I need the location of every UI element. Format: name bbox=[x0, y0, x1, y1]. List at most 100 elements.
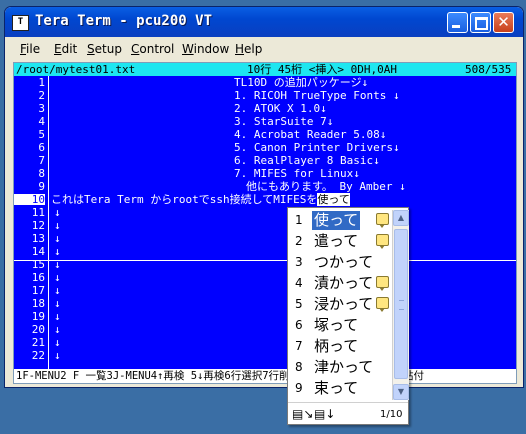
cursor-line-underline bbox=[14, 260, 516, 261]
line-end-arrow: ↓ bbox=[54, 297, 61, 310]
candidate-word: 塚って bbox=[314, 316, 359, 334]
line-number: 7 bbox=[38, 154, 45, 167]
line-end-arrow: ↓ bbox=[54, 336, 61, 349]
minimize-button[interactable] bbox=[447, 12, 468, 33]
memo-icon[interactable] bbox=[376, 297, 389, 312]
tera-term-app-icon[interactable]: T bbox=[12, 15, 29, 31]
line-number: 8 bbox=[38, 167, 45, 180]
line-number: 17 bbox=[31, 284, 45, 297]
menu-control[interactable]: Control bbox=[131, 42, 174, 56]
ime-candidate-window: 1 使って 2 遣って 3 つかって 4 漬かって 5 浸かって 6 塚って 7 柄って 8津… bbox=[287, 207, 409, 425]
candidate-word: 漬かって bbox=[314, 274, 374, 292]
line-number: 3 bbox=[38, 102, 45, 115]
candidate-number: 7 bbox=[295, 339, 303, 353]
close-button[interactable]: ✕ bbox=[493, 12, 514, 33]
candidate-number: 8 bbox=[295, 360, 303, 374]
current-text-line: これはTera Term からrootでssh接続してMIFESを使って bbox=[51, 193, 350, 206]
candidate-word: 浸かって bbox=[314, 295, 374, 313]
line-number: 19 bbox=[31, 310, 45, 323]
menu-setup[interactable]: Setup bbox=[87, 42, 122, 56]
candidate-word: 遣って bbox=[314, 232, 359, 250]
dictionary-tool-icon[interactable]: ▤↘ bbox=[292, 407, 313, 421]
line-number: 16 bbox=[31, 271, 45, 284]
memo-icon[interactable] bbox=[376, 213, 389, 228]
line-number: 4 bbox=[38, 115, 45, 128]
scroll-up-button[interactable]: ▲ bbox=[393, 210, 409, 226]
text-line: 1. RICOH TrueType Fonts ↓ bbox=[234, 89, 400, 102]
candidate-word: 柄って bbox=[314, 337, 359, 355]
maximize-button[interactable] bbox=[470, 12, 491, 33]
text-line: 6. RealPlayer 8 Basic↓ bbox=[234, 154, 380, 167]
line-number: 22 bbox=[31, 349, 45, 362]
candidate-number: 9 bbox=[295, 381, 303, 395]
text-line: 4. Acrobat Reader 5.08↓ bbox=[234, 128, 387, 141]
line-end-arrow: ↓ bbox=[54, 258, 61, 271]
menu-help[interactable]: Help bbox=[235, 42, 262, 56]
minimize-icon bbox=[452, 25, 460, 28]
menu-file[interactable]: File bbox=[20, 42, 40, 56]
candidate-word: 津かって bbox=[314, 358, 374, 376]
line-number: 12 bbox=[31, 219, 45, 232]
close-icon: ✕ bbox=[497, 13, 510, 31]
candidate-item[interactable]: 9 束って bbox=[290, 378, 390, 399]
window-title: Tera Term - pcu200 VT bbox=[35, 13, 213, 29]
scroll-thumb[interactable] bbox=[394, 229, 408, 379]
ime-composition-text: 使って bbox=[317, 193, 350, 206]
menu-bar: File Edit Setup Control Window Help bbox=[5, 38, 523, 60]
terminal-screen[interactable]: /root/mytest01.txt 10行 45桁 <挿入> 0DH,0AH … bbox=[13, 62, 517, 384]
line-number: 11 bbox=[31, 206, 45, 219]
candidate-item[interactable]: 7 柄って bbox=[290, 336, 390, 357]
candidate-number: 1 bbox=[295, 213, 303, 227]
candidate-number: 3 bbox=[295, 255, 303, 269]
candidate-number: 4 bbox=[295, 276, 303, 290]
maximize-icon bbox=[475, 17, 488, 30]
menu-window[interactable]: Window bbox=[182, 42, 229, 56]
line-end-arrow: ↓ bbox=[54, 284, 61, 297]
ime-footer: ▤↘ ▤↓ 1/10 bbox=[288, 402, 408, 425]
candidate-item[interactable]: 4 漬かって bbox=[290, 273, 390, 294]
page-indicator: 1/10 bbox=[380, 409, 403, 420]
candidate-item[interactable]: 2 遣って bbox=[290, 231, 390, 252]
candidate-number: 5 bbox=[295, 297, 303, 311]
candidate-word: 使って bbox=[312, 211, 361, 230]
line-end-arrow: ↓ bbox=[54, 323, 61, 336]
candidate-item[interactable]: 6 塚って bbox=[290, 315, 390, 336]
grip-icon bbox=[399, 300, 404, 310]
current-line-number: 10 bbox=[14, 194, 45, 205]
title-bar[interactable]: T Tera Term - pcu200 VT ✕ bbox=[5, 7, 523, 37]
file-name: /root/mytest01.txt bbox=[16, 63, 136, 76]
line-end-arrow: ↓ bbox=[54, 206, 61, 219]
memo-icon[interactable] bbox=[376, 276, 389, 291]
text-line: TL10D の追加パッケージ↓ bbox=[234, 76, 369, 89]
memo-icon[interactable] bbox=[376, 234, 389, 249]
text-line: 2. ATOK X 1.0↓ bbox=[234, 102, 327, 115]
candidate-item[interactable]: 3 つかって bbox=[290, 252, 390, 273]
menu-edit[interactable]: Edit bbox=[54, 42, 77, 56]
line-number: 20 bbox=[31, 323, 45, 336]
line-number: 21 bbox=[31, 336, 45, 349]
line-number: 5 bbox=[38, 128, 45, 141]
line-number: 2 bbox=[38, 89, 45, 102]
line-number: 1 bbox=[38, 76, 45, 89]
candidate-scrollbar[interactable]: ▲ ▼ bbox=[392, 210, 409, 400]
candidate-item[interactable]: 8 津かって bbox=[290, 357, 390, 378]
line-count: 508/535 bbox=[465, 63, 512, 76]
editor-status-line: /root/mytest01.txt 10行 45桁 <挿入> 0DH,0AH … bbox=[14, 63, 516, 76]
scroll-down-button[interactable]: ▼ bbox=[393, 384, 409, 400]
line-end-arrow: ↓ bbox=[54, 349, 61, 362]
function-key-bar: 1F-MENU2 F 一覧3J-MENU4↑再検 5↓再検6行選択7行削除8行コ… bbox=[14, 369, 516, 383]
text-line: 他にもあります。 By Amber ↓ bbox=[246, 180, 406, 193]
line-number: 9 bbox=[38, 180, 45, 193]
list-view-icon[interactable]: ▤↓ bbox=[314, 407, 335, 421]
line-number: 6 bbox=[38, 141, 45, 154]
candidate-item[interactable]: 5 浸かって bbox=[290, 294, 390, 315]
line-number: 13 bbox=[31, 232, 45, 245]
text-line: 3. StarSuite 7↓ bbox=[234, 115, 334, 128]
text-line: 5. Canon Printer Drivers↓ bbox=[234, 141, 400, 154]
tera-term-window: T Tera Term - pcu200 VT ✕ File Edit Setu… bbox=[4, 6, 524, 388]
candidate-item[interactable]: 1 使って bbox=[290, 210, 390, 231]
candidate-number: 6 bbox=[295, 318, 303, 332]
candidate-word: つかって bbox=[314, 253, 374, 271]
line-end-arrow: ↓ bbox=[54, 271, 61, 284]
line-end-arrow: ↓ bbox=[54, 245, 61, 258]
